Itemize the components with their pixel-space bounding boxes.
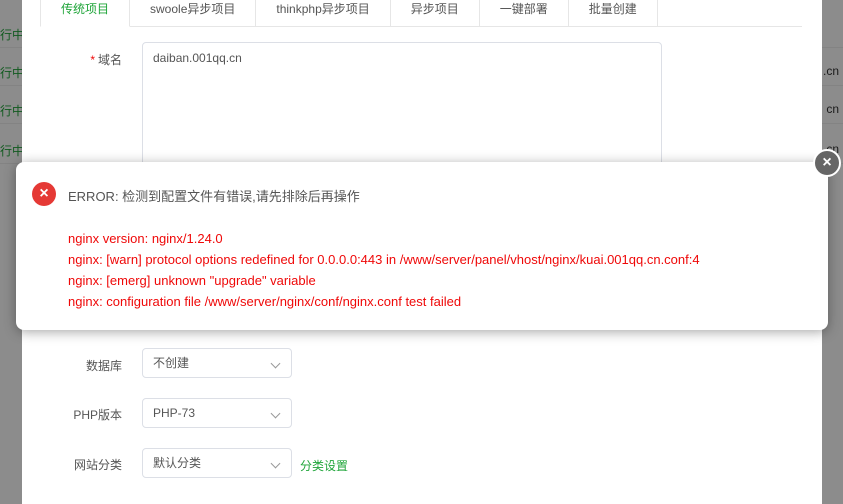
chevron-down-icon	[270, 458, 281, 469]
tab-batch-create[interactable]: 批量创建	[568, 0, 658, 27]
error-line: nginx: [warn] protocol options redefined…	[68, 252, 700, 267]
error-line: nginx: configuration file /www/server/ng…	[68, 294, 462, 309]
php-version-select-value: PHP-73	[153, 406, 196, 420]
domain-label: * 域名	[90, 53, 122, 67]
error-line: nginx version: nginx/1.24.0	[68, 231, 223, 246]
database-label: 数据库	[85, 359, 122, 373]
chevron-down-icon	[270, 408, 281, 419]
error-icon: ×	[32, 182, 56, 206]
tab-thinkphp-async[interactable]: thinkphp异步项目	[256, 0, 391, 27]
chevron-down-icon	[270, 358, 281, 369]
project-type-tabs: 传统项目 swoole异步项目 thinkphp异步项目 异步项目 一键部署 批…	[40, 0, 802, 27]
required-mark: *	[90, 53, 95, 67]
error-title: ERROR: 检测到配置文件有错误,请先排除后再操作	[68, 189, 360, 204]
close-icon[interactable]: ×	[813, 149, 841, 177]
category-settings-link[interactable]: 分类设置	[300, 457, 348, 474]
tab-one-click-deploy[interactable]: 一键部署	[479, 0, 569, 27]
site-category-label: 网站分类	[73, 458, 122, 472]
site-category-select-value: 默认分类	[153, 456, 202, 470]
error-line: nginx: [emerg] unknown "upgrade" variabl…	[68, 273, 316, 288]
tab-swoole-async[interactable]: swoole异步项目	[130, 0, 257, 27]
database-select-value: 不创建	[153, 356, 190, 370]
site-category-select[interactable]: 默认分类	[142, 448, 292, 478]
database-select[interactable]: 不创建	[142, 348, 292, 378]
php-version-select[interactable]: PHP-73	[142, 398, 292, 428]
error-details: nginx version: nginx/1.24.0 nginx: [warn…	[68, 228, 700, 312]
tab-async-project[interactable]: 异步项目	[390, 0, 480, 27]
error-toast: × ERROR: 检测到配置文件有错误,请先排除后再操作 nginx versi…	[16, 162, 828, 330]
tab-traditional-project[interactable]: 传统项目	[40, 0, 131, 27]
php-version-label: PHP版本	[73, 408, 122, 422]
